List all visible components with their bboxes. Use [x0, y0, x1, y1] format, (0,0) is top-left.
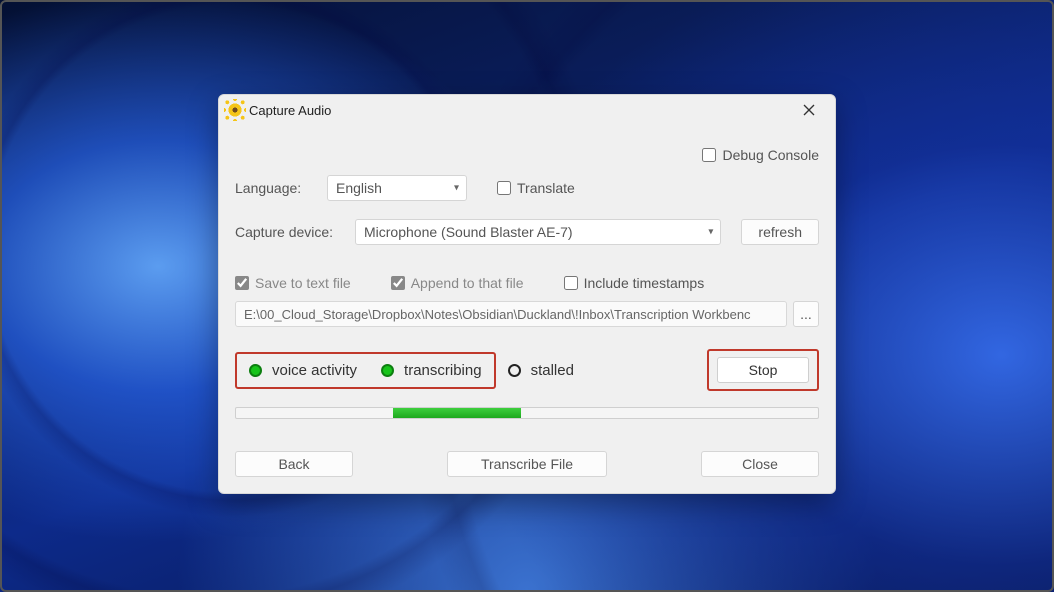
- language-select[interactable]: English ▾: [327, 175, 467, 201]
- file-path-value: E:\00_Cloud_Storage\Dropbox\Notes\Obsidi…: [244, 307, 751, 322]
- capture-device-value: Microphone (Sound Blaster AE-7): [364, 224, 573, 240]
- append-to-file-label: Append to that file: [411, 275, 524, 291]
- chevron-down-icon: ▾: [454, 183, 459, 194]
- include-timestamps-input[interactable]: [564, 276, 578, 290]
- append-to-file-checkbox[interactable]: Append to that file: [391, 275, 524, 291]
- close-window-button[interactable]: [791, 96, 827, 124]
- translate-checkbox[interactable]: Translate: [497, 180, 575, 196]
- save-to-file-checkbox[interactable]: Save to text file: [235, 275, 351, 291]
- language-label: Language:: [235, 180, 315, 196]
- debug-console-input[interactable]: [702, 148, 716, 162]
- include-timestamps-label: Include timestamps: [584, 275, 705, 291]
- chevron-down-icon: ▾: [708, 227, 713, 238]
- status-dot-active-icon: [381, 364, 394, 377]
- save-to-file-input[interactable]: [235, 276, 249, 290]
- browse-button[interactable]: ...: [793, 301, 819, 327]
- status-dot-active-icon: [249, 364, 262, 377]
- window-title: Capture Audio: [249, 103, 331, 118]
- debug-console-label: Debug Console: [722, 147, 819, 163]
- close-label: Close: [742, 456, 778, 472]
- stop-button[interactable]: Stop: [717, 357, 809, 383]
- titlebar: Capture Audio: [219, 95, 835, 125]
- translate-label: Translate: [517, 180, 575, 196]
- translate-input[interactable]: [497, 181, 511, 195]
- status-stalled-label: stalled: [531, 362, 574, 379]
- status-dot-inactive-icon: [508, 364, 521, 377]
- append-to-file-input[interactable]: [391, 276, 405, 290]
- back-label: Back: [278, 456, 309, 472]
- include-timestamps-checkbox[interactable]: Include timestamps: [564, 275, 705, 291]
- close-button[interactable]: Close: [701, 451, 819, 477]
- progress-fill: [393, 408, 521, 418]
- capture-audio-dialog: Capture Audio Debug Console Language: En…: [218, 94, 836, 494]
- transcribe-file-button[interactable]: Transcribe File: [447, 451, 607, 477]
- file-path-field[interactable]: E:\00_Cloud_Storage\Dropbox\Notes\Obsidi…: [235, 301, 787, 327]
- language-value: English: [336, 180, 382, 196]
- status-transcribing: transcribing: [381, 362, 482, 379]
- transcribe-file-label: Transcribe File: [481, 456, 573, 472]
- refresh-button[interactable]: refresh: [741, 219, 819, 245]
- stop-label: Stop: [749, 362, 778, 378]
- status-transcribing-label: transcribing: [404, 362, 482, 379]
- back-button[interactable]: Back: [235, 451, 353, 477]
- capture-device-select[interactable]: Microphone (Sound Blaster AE-7) ▾: [355, 219, 721, 245]
- close-icon: [803, 104, 815, 116]
- refresh-label: refresh: [758, 224, 802, 240]
- status-highlight: voice activity transcribing: [235, 352, 496, 389]
- debug-console-checkbox[interactable]: Debug Console: [702, 147, 819, 163]
- status-voice-activity-label: voice activity: [272, 362, 357, 379]
- save-to-file-label: Save to text file: [255, 275, 351, 291]
- progress-bar: [235, 407, 819, 419]
- sunflower-icon: [227, 102, 243, 118]
- capture-device-label: Capture device:: [235, 224, 335, 240]
- ellipsis-icon: ...: [800, 306, 812, 322]
- stop-highlight: Stop: [707, 349, 819, 391]
- status-stalled: stalled: [508, 362, 574, 379]
- status-voice-activity: voice activity: [249, 362, 357, 379]
